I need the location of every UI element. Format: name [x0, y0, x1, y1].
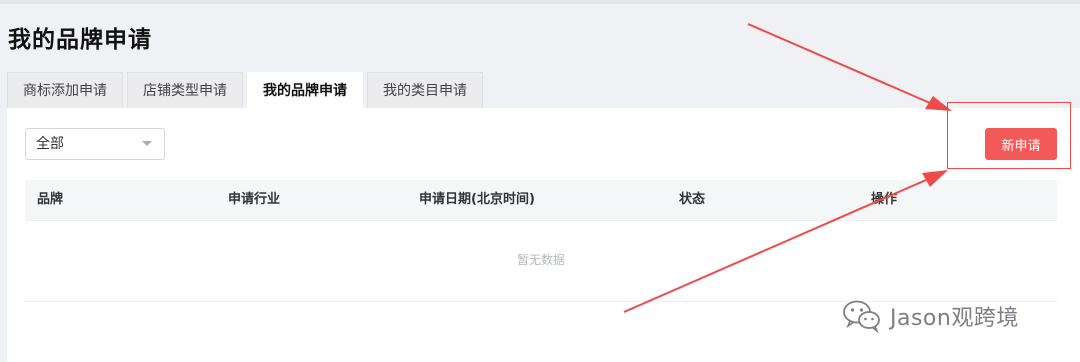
chevron-down-icon	[142, 141, 152, 146]
column-header-industry: 申请行业	[228, 192, 281, 207]
tab-my-category[interactable]: 我的类目申请	[367, 72, 483, 109]
watermark-text: Jason观跨境	[890, 306, 1019, 331]
empty-state-text: 暂无数据	[516, 253, 565, 267]
status-filter-select[interactable]: 全部	[25, 128, 165, 160]
tab-trademark-add[interactable]: 商标添加申请	[7, 72, 123, 109]
table-header: 品牌 申请行业 申请日期(北京时间) 状态 操作	[25, 180, 1057, 220]
table-body: 暂无数据	[25, 220, 1057, 302]
new-application-button[interactable]: 新申请	[985, 128, 1057, 160]
column-header-brand: 品牌	[37, 192, 64, 207]
status-filter-value: 全部	[36, 136, 64, 152]
watermark: Jason观跨境	[842, 298, 1019, 334]
column-header-actions: 操作	[871, 192, 898, 207]
page-title: 我的品牌申请	[8, 27, 152, 53]
column-header-status: 状态	[679, 192, 706, 207]
tab-store-type[interactable]: 店铺类型申请	[127, 72, 243, 109]
tab-my-brand[interactable]: 我的品牌申请	[247, 72, 363, 109]
arrow-top	[747, 23, 952, 111]
tab-bar: 商标添加申请 店铺类型申请 我的品牌申请 我的类目申请	[7, 72, 487, 109]
top-strip	[0, 0, 1080, 4]
column-header-date: 申请日期(北京时间)	[419, 192, 535, 207]
wechat-logo-icon	[843, 300, 880, 333]
